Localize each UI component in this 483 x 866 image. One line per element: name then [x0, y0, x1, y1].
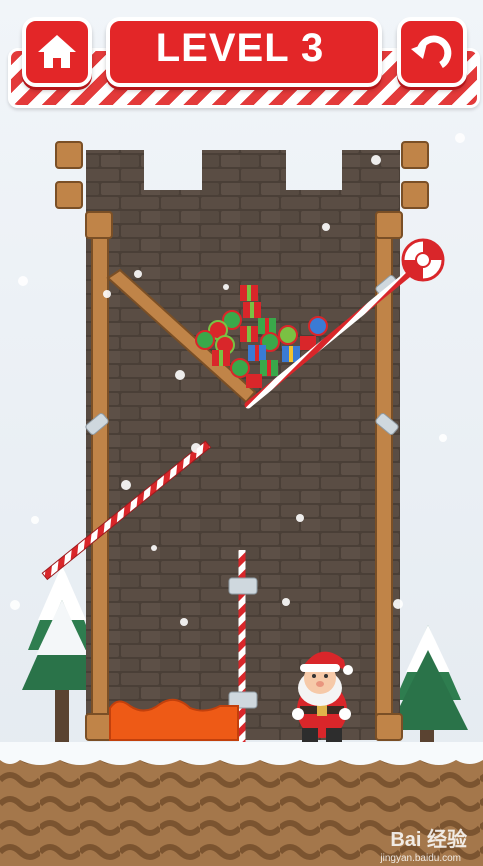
peppermint-handle-icon[interactable] [401, 238, 445, 282]
snow-layer [0, 742, 483, 765]
undo-icon [411, 35, 452, 69]
pin-clip [228, 577, 258, 595]
watermark-brand: Bai 经验 [390, 829, 467, 851]
game-scene [0, 133, 483, 866]
home-icon [38, 35, 76, 68]
undo-button[interactable] [397, 17, 467, 87]
home-button[interactable] [22, 17, 92, 87]
level-title: LEVEL 3 [155, 26, 325, 70]
watermark-url: jingyan.baidu.com [380, 853, 461, 864]
lava-pool [109, 698, 239, 741]
